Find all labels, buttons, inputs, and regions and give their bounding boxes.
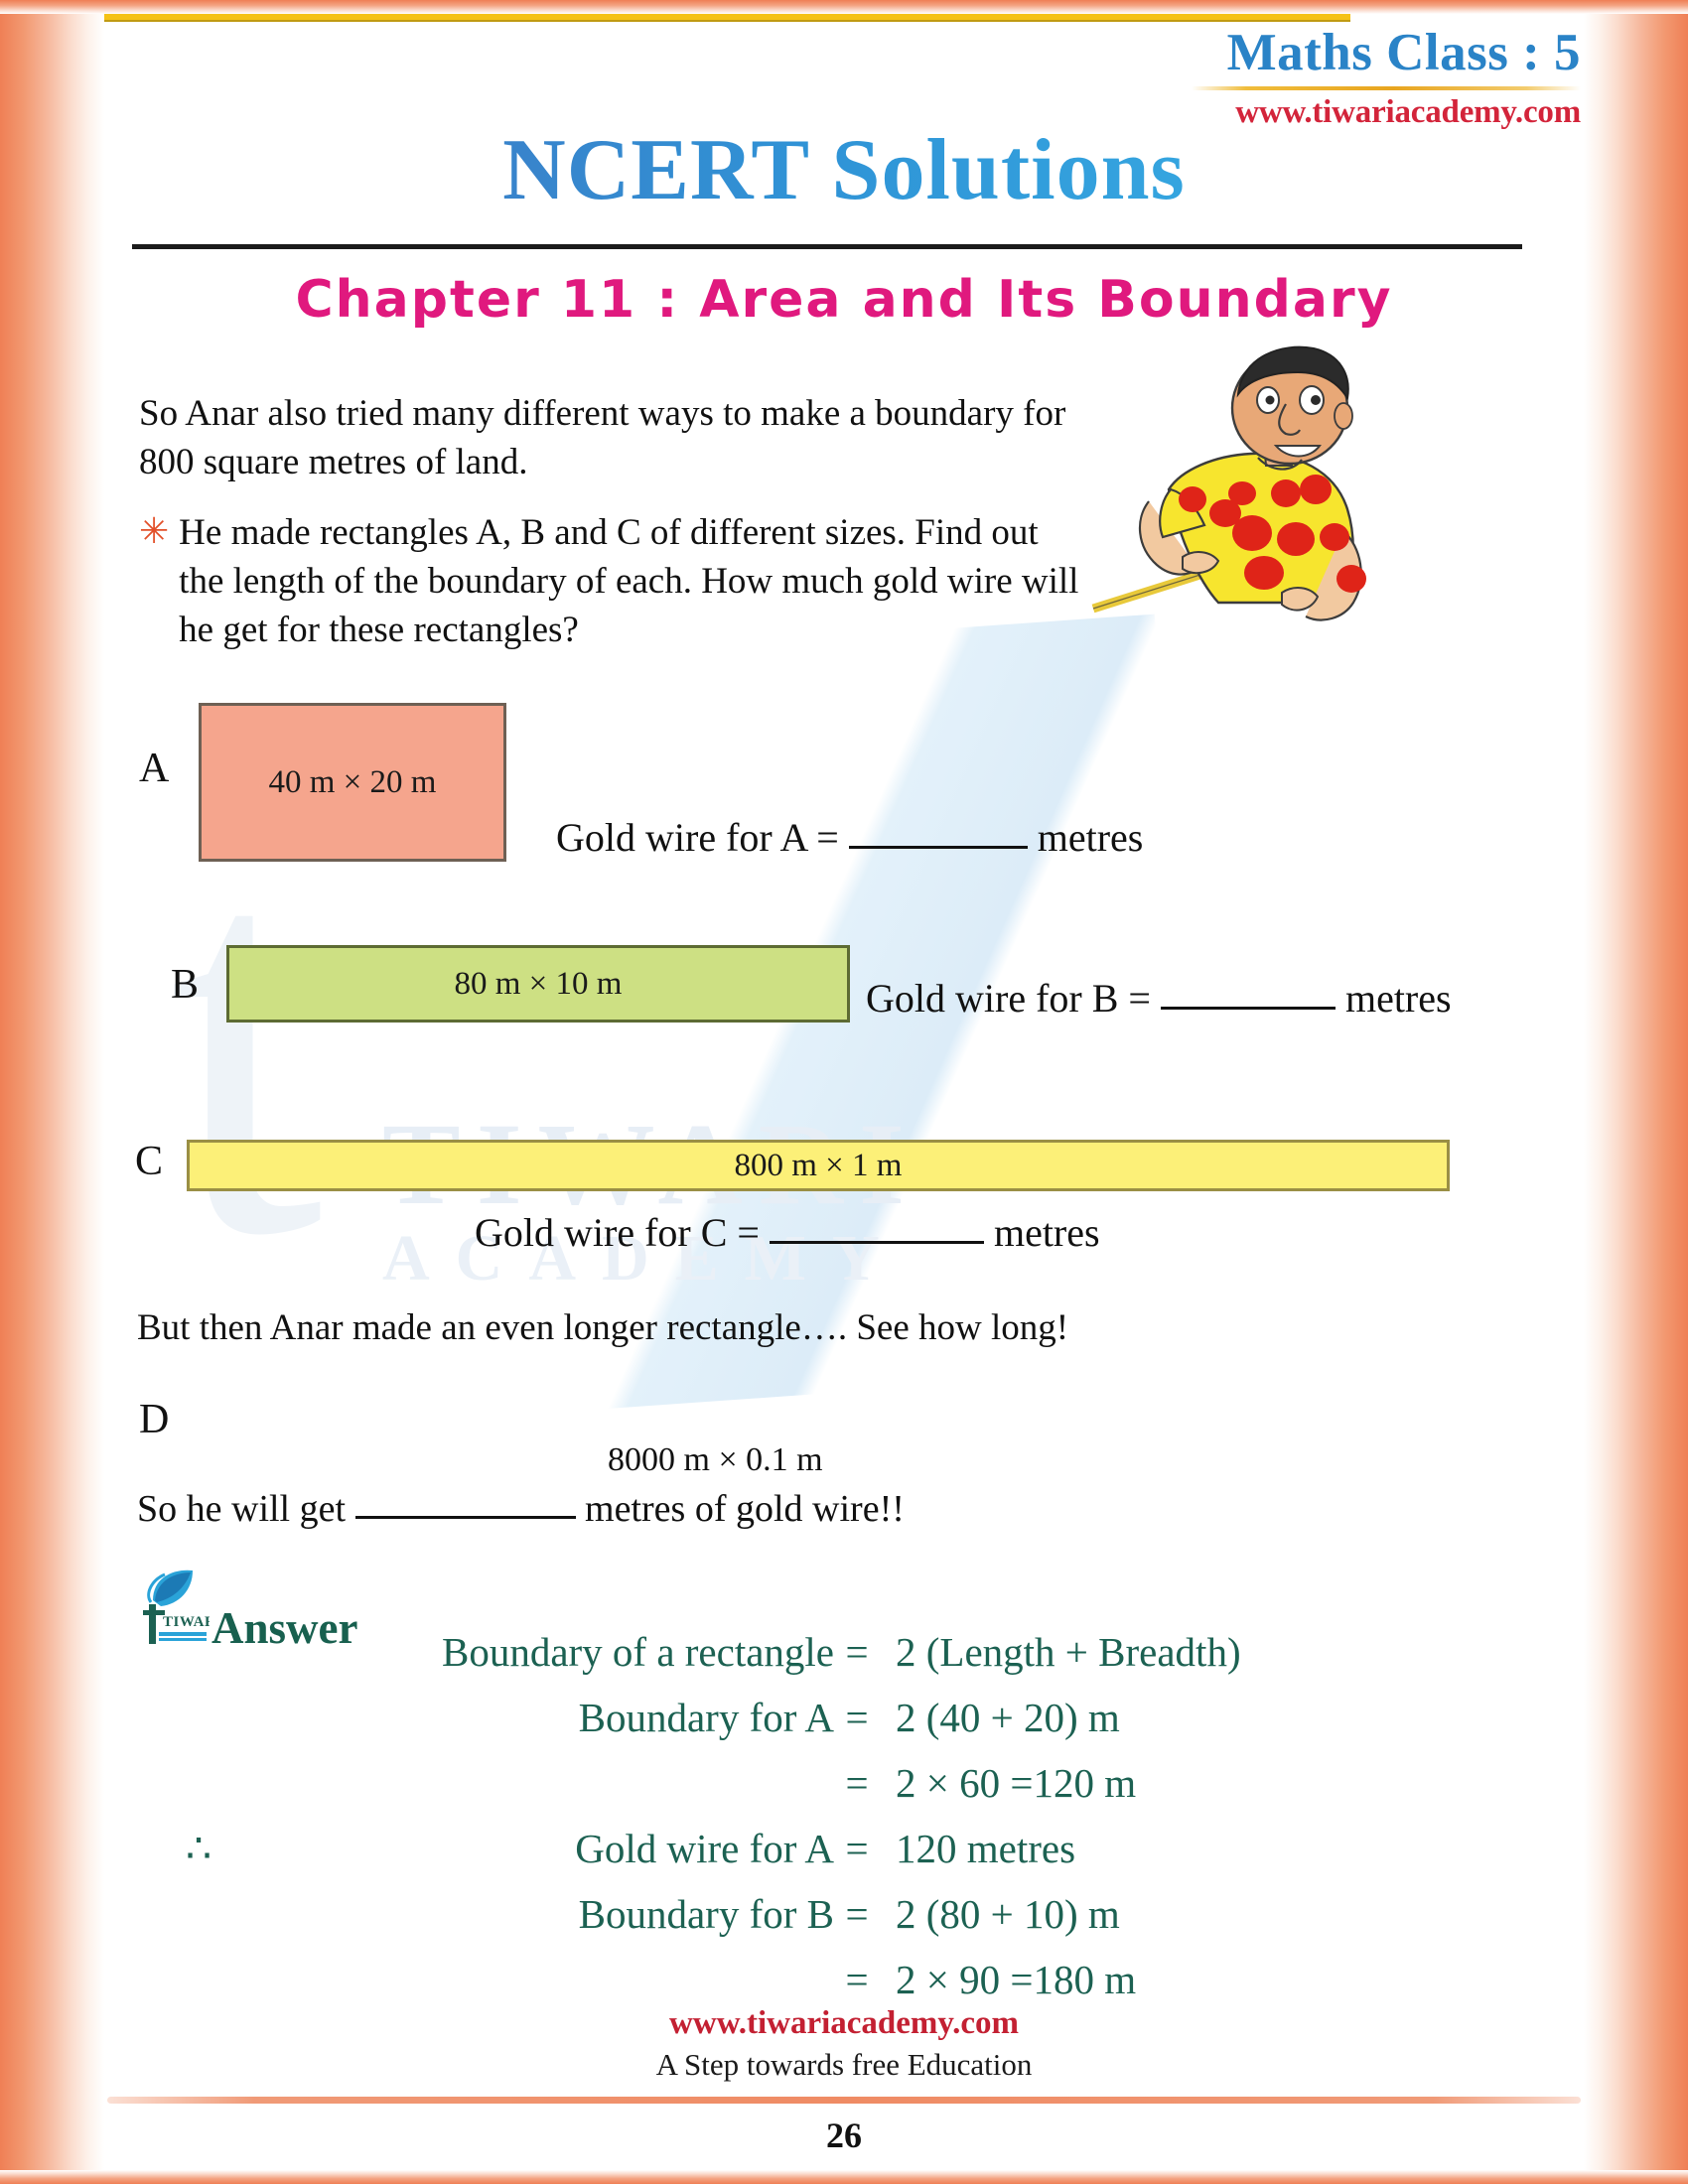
chapter-title: Chapter 11 : Area and Its Boundary <box>295 270 1393 330</box>
conclusion-suffix: metres of gold wire!! <box>585 1488 905 1530</box>
footer-divider <box>107 2097 1581 2104</box>
calc-row: ∴ Gold wire for A = 120 metres <box>149 1825 1321 1872</box>
rect-label-d: D <box>139 1397 170 1442</box>
rect-label-b: B <box>171 962 200 1008</box>
document-page: t TIWARI ACADEMY Maths Class : 5 www.tiw… <box>0 0 1688 2184</box>
page-border-right <box>1584 0 1688 2184</box>
gold-wire-unit-a: metres <box>1037 815 1144 860</box>
rect-label-c: C <box>135 1139 164 1184</box>
gold-wire-blank-b[interactable] <box>1160 1007 1336 1010</box>
rect-a: 40 m × 20 m <box>199 703 506 862</box>
calc-left: Boundary for B <box>578 1891 834 1937</box>
transition-text: But then Anar made an even longer rectan… <box>137 1307 1069 1348</box>
calc-row: Boundary of a rectangle = 2 (Length + Br… <box>149 1628 1321 1676</box>
gold-wire-prompt-c: Gold wire for C = metres <box>475 1209 1100 1256</box>
gold-wire-label-c: Gold wire for C = <box>475 1210 760 1255</box>
conclusion-line: So he will get metres of gold wire!! <box>137 1487 905 1531</box>
question-bullet-row: ✳ He made rectangles A, B and C of diffe… <box>139 508 1092 655</box>
calc-right: 2 (Length + Breadth) <box>896 1629 1241 1675</box>
rect-b: 80 m × 10 m <box>226 945 850 1023</box>
calc-row: = 2 × 90 =180 m <box>149 1956 1321 2003</box>
gold-wire-label-b: Gold wire for B = <box>866 976 1151 1021</box>
conclusion-prefix: So he will get <box>137 1488 347 1530</box>
calc-equals: = <box>845 1891 869 1937</box>
page-title: NCERT Solutions <box>0 127 1688 214</box>
calc-equals: = <box>845 1695 869 1740</box>
page-border-bottom <box>0 2170 1688 2184</box>
gold-wire-blank-a[interactable] <box>848 846 1028 849</box>
header-gold-divider <box>1192 85 1581 90</box>
calc-equals: = <box>845 1826 869 1871</box>
title-divider <box>132 244 1522 249</box>
page-border-top <box>0 0 1688 14</box>
calc-equals: = <box>845 1957 869 2002</box>
calc-row: Boundary for A = 2 (40 + 20) m <box>149 1694 1321 1741</box>
intro-paragraph: So Anar also tried many different ways t… <box>139 393 1066 483</box>
conclusion-blank[interactable] <box>354 1516 576 1519</box>
page-border-left <box>0 0 104 2184</box>
header-right-block: Maths Class : 5 www.tiwariacademy.com <box>1164 24 1581 131</box>
calc-row: Boundary for B = 2 (80 + 10) m <box>149 1890 1321 1938</box>
calc-right: 2 (40 + 20) m <box>896 1695 1120 1740</box>
gold-wire-unit-c: metres <box>993 1210 1100 1255</box>
calc-left: Boundary of a rectangle <box>441 1629 834 1675</box>
calc-right: 2 × 90 =180 m <box>896 1957 1137 2002</box>
calc-right: 2 × 60 =120 m <box>896 1760 1137 1806</box>
asterisk-icon: ✳ <box>139 511 170 551</box>
answer-calculations: Boundary of a rectangle = 2 (Length + Br… <box>149 1628 1321 2021</box>
calc-right: 2 (80 + 10) m <box>896 1891 1120 1937</box>
calc-right: 120 metres <box>896 1826 1076 1871</box>
rect-c: 800 m × 1 m <box>187 1140 1450 1191</box>
calc-equals: = <box>845 1760 869 1806</box>
rect-d-dimensions: 8000 m × 0.1 m <box>608 1441 823 1478</box>
calc-equals: = <box>845 1629 869 1675</box>
gold-wire-label-a: Gold wire for A = <box>556 815 839 860</box>
calc-left: Boundary for A <box>578 1695 834 1740</box>
rect-label-a: A <box>139 746 170 791</box>
calc-symbol: ∴ <box>185 1826 212 1871</box>
class-label: Maths Class : 5 <box>1226 24 1581 81</box>
gold-wire-prompt-b: Gold wire for B = metres <box>866 975 1452 1022</box>
gold-wire-blank-c[interactable] <box>769 1241 984 1244</box>
question-text: He made rectangles A, B and C of differe… <box>179 512 1079 651</box>
anar-cartoon-illustration <box>1087 342 1395 630</box>
gold-wire-prompt-a: Gold wire for A = metres <box>556 814 1143 861</box>
footer-website-url[interactable]: www.tiwariacademy.com <box>0 2005 1688 2042</box>
gold-wire-unit-b: metres <box>1344 976 1452 1021</box>
header-website-url[interactable]: www.tiwariacademy.com <box>1164 94 1581 131</box>
calc-row: = 2 × 60 =120 m <box>149 1759 1321 1807</box>
footer-tagline: A Step towards free Education <box>655 2047 1033 2082</box>
calc-left: Gold wire for A <box>575 1826 834 1871</box>
page-number: 26 <box>826 2116 862 2155</box>
